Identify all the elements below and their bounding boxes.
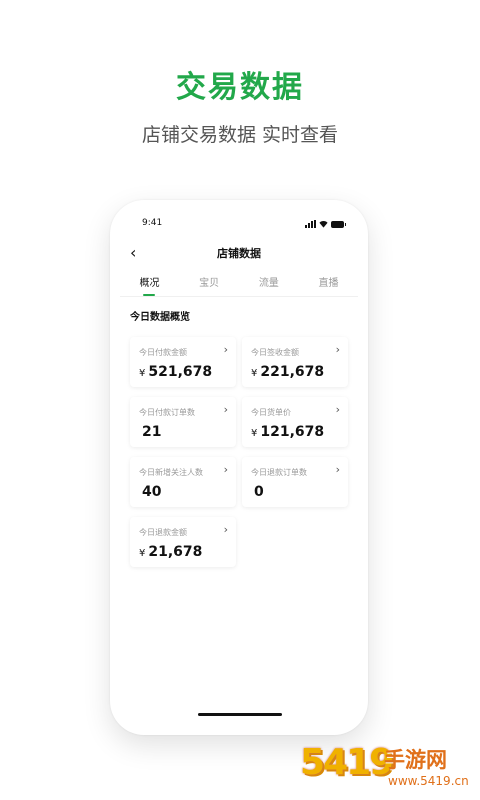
chevron-right-icon: › [223,403,228,416]
metric-value: ¥221,678 [251,364,325,380]
chevron-right-icon: › [223,343,228,356]
metric-card-paid-orders[interactable]: 今日付款订单数 › 21 [130,397,236,447]
watermark-text: 手游网 [384,748,447,772]
section-title: 今日数据概览 [130,312,190,323]
tab-items[interactable]: 宝贝 [180,274,239,296]
metric-value: ¥121,678 [251,424,325,440]
phone-mockup: 9:41 ‹ 店铺数据 概况 宝贝 流量 直播 今日数据概览 今日付款金额 › … [110,200,368,735]
metric-label: 今日签收金额 [251,348,299,357]
metric-value: 21 [142,424,162,440]
metric-card-received-amount[interactable]: 今日签收金额 › ¥221,678 [242,337,348,387]
battery-icon [331,221,346,228]
metric-value: 40 [142,484,162,500]
metric-value: ¥21,678 [139,544,203,560]
metric-label: 今日新增关注人数 [139,468,203,477]
metric-card-unit-price[interactable]: 今日货单价 › ¥121,678 [242,397,348,447]
home-indicator [198,713,282,716]
tab-traffic[interactable]: 流量 [239,274,298,296]
site-watermark: 5419 手游网 www.5419.cn [300,742,478,798]
metric-card-paid-amount[interactable]: 今日付款金额 › ¥521,678 [130,337,236,387]
metric-label: 今日货单价 [251,408,291,417]
metric-label: 今日付款金额 [139,348,187,357]
metric-label: 今日退款订单数 [251,468,307,477]
wifi-icon [319,221,328,228]
tab-live[interactable]: 直播 [299,274,358,296]
status-icons [305,220,346,228]
subheadline: 店铺交易数据 实时查看 [141,124,339,146]
status-time: 9:41 [142,218,163,228]
metric-card-refund-orders[interactable]: 今日退款订单数 › 0 [242,457,348,507]
status-bar: 9:41 [110,218,368,232]
metric-value: 0 [254,484,264,500]
nav-bar: ‹ 店铺数据 [110,242,368,264]
metric-card-new-followers[interactable]: 今日新增关注人数 › 40 [130,457,236,507]
metric-card-refund-amount[interactable]: 今日退款金额 › ¥21,678 [130,517,236,567]
metric-label: 今日退款金额 [139,528,187,537]
watermark-digits: 5419 [300,742,394,783]
page-title: 店铺数据 [217,247,261,260]
watermark-url: www.5419.cn [388,774,469,788]
chevron-right-icon: › [223,463,228,476]
tab-overview[interactable]: 概况 [120,274,179,296]
chevron-right-icon: › [335,463,340,476]
signal-icon [305,220,316,228]
metric-label: 今日付款订单数 [139,408,195,417]
chevron-right-icon: › [335,403,340,416]
headline: 交易数据 [176,70,304,105]
metric-value: ¥521,678 [139,364,213,380]
chevron-right-icon: › [223,523,228,536]
chevron-right-icon: › [335,343,340,356]
tab-bar: 概况 宝贝 流量 直播 [120,274,358,297]
